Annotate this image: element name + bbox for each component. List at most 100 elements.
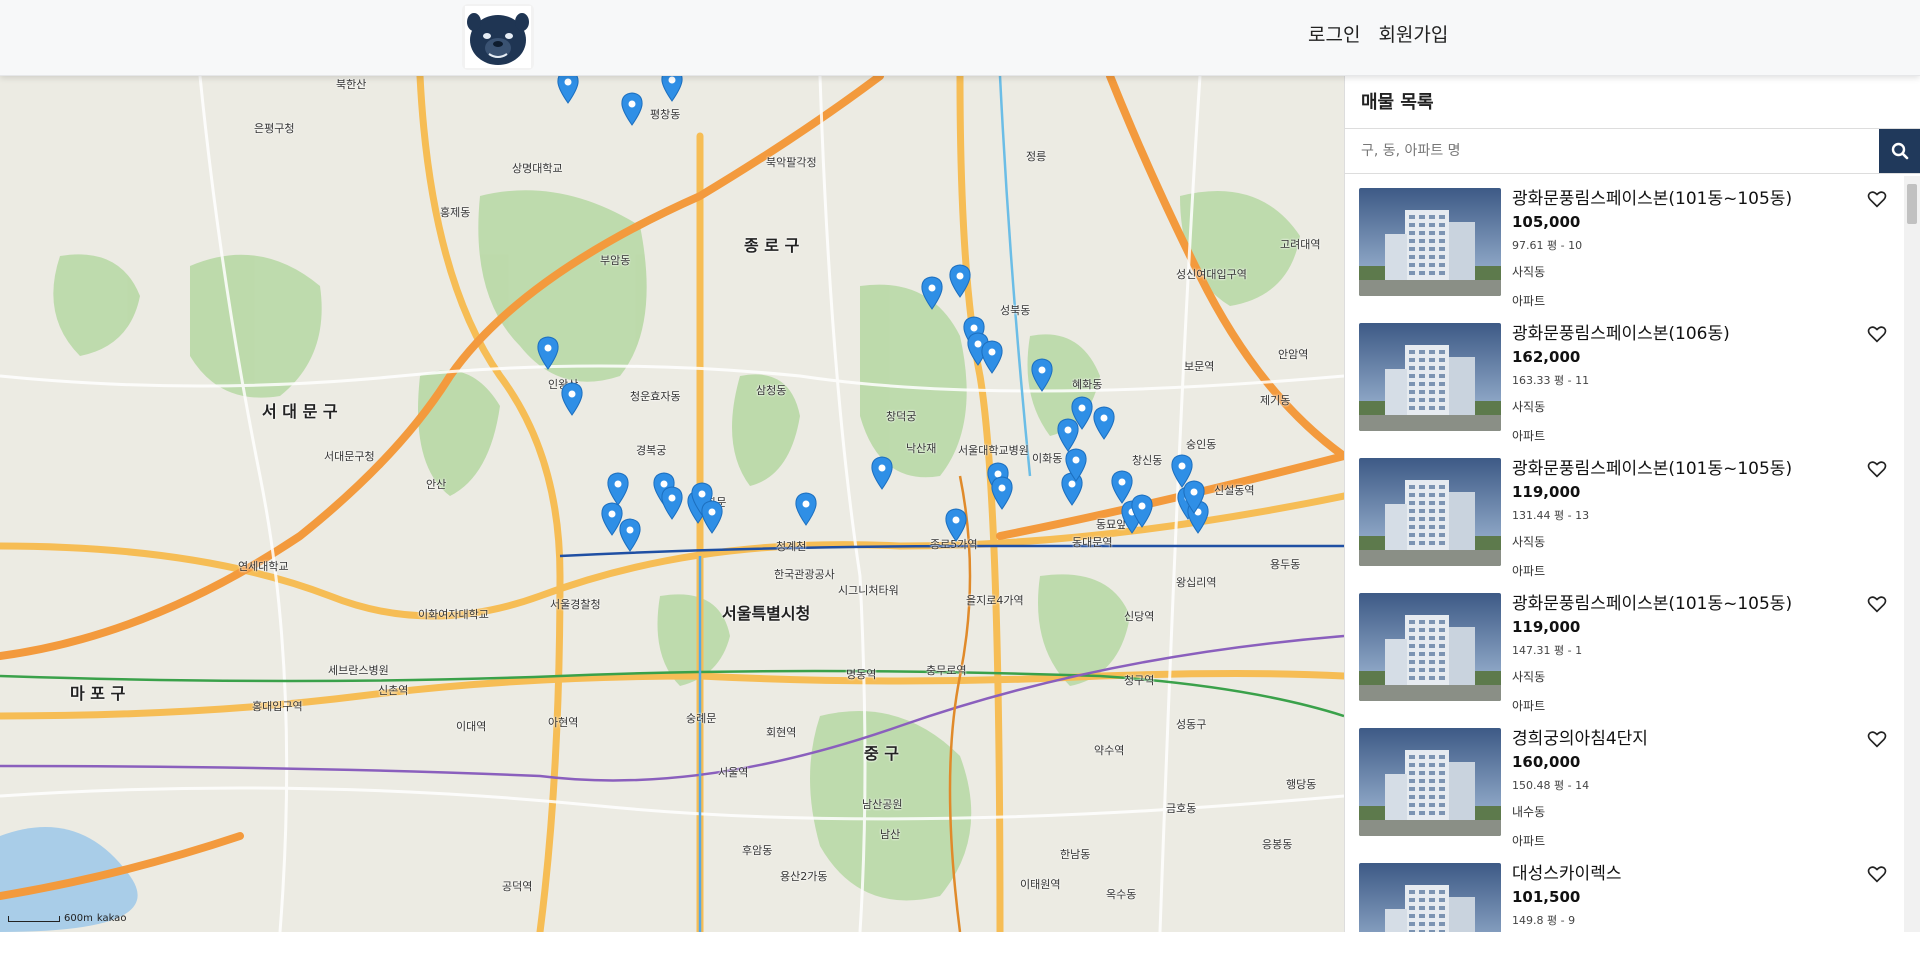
map-marker-icon[interactable] — [556, 76, 580, 104]
map-label: 안산 — [426, 478, 447, 491]
listing-price: 162,000 — [1512, 348, 1581, 366]
map-label: 마 포 구 — [70, 684, 126, 703]
map-label: 정릉 — [1026, 150, 1047, 163]
map-marker-icon[interactable] — [1056, 418, 1080, 452]
map-label: 북한산 — [336, 78, 367, 91]
map-marker-icon[interactable] — [660, 76, 684, 102]
listing-area: 163.33 평 - 11 — [1512, 374, 1590, 387]
listing-dong: 사직동 — [1512, 265, 1546, 279]
listing-price: 160,000 — [1512, 753, 1581, 771]
map-label: 이화동 — [1032, 452, 1063, 465]
map-label: 종 로 구 — [744, 236, 800, 255]
panel-title: 매물 목록 — [1361, 92, 1434, 113]
map-label: 공덕역 — [502, 880, 533, 893]
map-label: 숭례문 — [686, 712, 717, 725]
map-label: 고려대역 — [1280, 238, 1321, 251]
heart-icon[interactable] — [1867, 730, 1887, 748]
map-label: 안암역 — [1278, 348, 1309, 361]
heart-icon[interactable] — [1867, 190, 1887, 208]
map-marker-icon[interactable] — [794, 492, 818, 526]
heart-icon[interactable] — [1867, 460, 1887, 478]
listing-type: 아파트 — [1512, 429, 1546, 443]
map-marker-icon[interactable] — [1030, 358, 1054, 392]
map-marker-icon[interactable] — [1182, 480, 1206, 514]
map-label: 한남동 — [1060, 848, 1091, 861]
listing-type: 아파트 — [1512, 834, 1546, 848]
listing-name: 경희궁의아침4단지 — [1512, 729, 1648, 749]
map-label: 성북동 — [1000, 304, 1031, 317]
map-label: 행당동 — [1286, 778, 1317, 791]
map-label: 서울경찰청 — [550, 598, 601, 611]
map-label: 서 대 문 구 — [262, 402, 338, 421]
map-label: 세브란스병원 — [328, 664, 389, 677]
listing-name: 광화문풍림스페이스본(101동~105동) — [1512, 459, 1793, 479]
signup-link[interactable]: 회원가입 — [1378, 20, 1448, 47]
map-label: 서울특별시청 — [722, 604, 811, 623]
search-input[interactable] — [1345, 129, 1879, 173]
listing-area: 97.61 평 - 10 — [1512, 239, 1583, 252]
list-scrollbar[interactable] — [1904, 176, 1920, 932]
map-label: 신촌역 — [378, 684, 409, 697]
map-label: 상명대학교 — [512, 162, 563, 175]
map-label: 신당역 — [1124, 610, 1155, 623]
listing-name: 광화문풍림스페이스본(101동~105동) — [1512, 189, 1793, 209]
map-marker-icon[interactable] — [606, 472, 630, 506]
map-label: 동대문역 — [1072, 536, 1113, 549]
map-label: 북악팔각정 — [766, 156, 817, 169]
listing-item[interactable]: 광화문풍림스페이스본(101동~105동) 119,000 131.44 평 -… — [1345, 446, 1905, 581]
map-view[interactable]: 서울특별시청 종 로 구 서대문구청 서 대 문 구 마 포 구 중 구 은평구… — [0, 76, 1344, 932]
listing-item[interactable]: 경희궁의아침4단지 160,000 150.48 평 - 14 내수동 아파트 — [1345, 716, 1905, 851]
map-marker-icon[interactable] — [870, 456, 894, 490]
map-marker-icon[interactable] — [920, 276, 944, 310]
map-marker-icon[interactable] — [990, 476, 1014, 510]
listing-area: 150.48 평 - 14 — [1512, 779, 1590, 792]
heart-icon[interactable] — [1867, 595, 1887, 613]
map-marker-icon[interactable] — [700, 500, 724, 534]
map-label: 창신동 — [1132, 454, 1163, 467]
listing-price: 101,500 — [1512, 888, 1581, 906]
heart-icon[interactable] — [1867, 325, 1887, 343]
map-marker-icon[interactable] — [948, 264, 972, 298]
listing-dong: 사직동 — [1512, 535, 1546, 549]
map-label: 부암동 — [600, 254, 631, 267]
map-label: 연세대학교 — [238, 560, 289, 573]
search-button[interactable] — [1879, 129, 1920, 173]
map-marker-icon[interactable] — [560, 382, 584, 416]
map-marker-icon[interactable] — [1064, 448, 1088, 482]
search-icon — [1891, 142, 1909, 160]
map-marker-icon[interactable] — [536, 336, 560, 370]
listing-thumbnail — [1359, 323, 1501, 431]
listing-price: 119,000 — [1512, 483, 1581, 501]
map-label: 용두동 — [1270, 558, 1301, 571]
listing-thumbnail — [1359, 458, 1501, 566]
listing-item[interactable]: 대성스카이렉스 101,500 149.8 평 - 9 — [1345, 851, 1905, 932]
map-label: 약수역 — [1094, 744, 1125, 757]
scale-text: 600m — [64, 913, 93, 924]
map-label: 충무로역 — [926, 664, 967, 677]
map-marker-icon[interactable] — [1092, 406, 1116, 440]
listing-item[interactable]: 광화문풍림스페이스본(101동~105동) 105,000 97.61 평 - … — [1345, 176, 1905, 311]
listing-item[interactable]: 광화문풍림스페이스본(101동~105동) 119,000 147.31 평 -… — [1345, 581, 1905, 716]
map-label: 혜화동 — [1072, 378, 1103, 391]
scrollbar-thumb[interactable] — [1907, 184, 1917, 224]
logo[interactable] — [462, 4, 534, 70]
map-label: 응봉동 — [1262, 838, 1293, 851]
map-label: 서울대학교병원 — [958, 444, 1029, 457]
login-link[interactable]: 로그인 — [1308, 20, 1360, 47]
map-label: 용산2가동 — [780, 870, 828, 883]
map-label: 옥수동 — [1106, 888, 1137, 901]
map-label: 경복궁 — [636, 444, 667, 457]
map-marker-icon[interactable] — [980, 340, 1004, 374]
map-label: 을지로4가역 — [966, 594, 1024, 607]
listing-panel: 매물 목록 광화문풍림스페이스본(101동~105동) 105,000 97.6… — [1344, 76, 1920, 932]
listing-item[interactable]: 광화문풍림스페이스본(106동) 162,000 163.33 평 - 11 사… — [1345, 311, 1905, 446]
map-marker-icon[interactable] — [660, 486, 684, 520]
bulldog-logo-icon — [465, 6, 531, 68]
listing-name: 광화문풍림스페이스본(106동) — [1512, 324, 1730, 344]
map-marker-icon[interactable] — [944, 508, 968, 542]
map-marker-icon[interactable] — [620, 92, 644, 126]
map-label: 청운효자동 — [630, 390, 681, 403]
map-marker-icon[interactable] — [1130, 494, 1154, 528]
heart-icon[interactable] — [1867, 865, 1887, 883]
map-marker-icon[interactable] — [618, 518, 642, 552]
